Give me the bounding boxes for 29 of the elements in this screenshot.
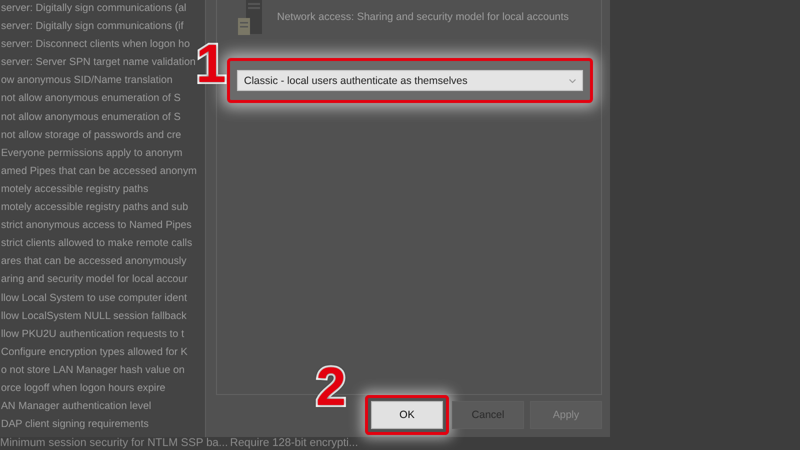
policy-name[interactable]: not allow anonymous enumeration of S bbox=[0, 90, 205, 109]
policy-name[interactable]: llow PKU2U authentication requests to t bbox=[0, 326, 205, 344]
policy-name[interactable]: server: Digitally sign communications (al bbox=[0, 0, 205, 18]
policy-name[interactable]: AN Manager authentication level bbox=[0, 398, 205, 416]
policy-name[interactable]: not allow storage of passwords and cre bbox=[0, 126, 205, 145]
policy-name[interactable]: motely accessible registry paths bbox=[0, 180, 205, 200]
policy-name[interactable]: o not store LAN Manager hash value on bbox=[0, 362, 205, 380]
policy-heading: Network access: Sharing and security model for local accounts bbox=[277, 11, 569, 23]
step-number: 2 bbox=[316, 360, 346, 414]
step-number: 1 bbox=[196, 37, 226, 91]
policy-name[interactable]: strict anonymous access to Named Pipes bbox=[0, 217, 205, 236]
policy-name[interactable]: strict clients allowed to make remote calls bbox=[0, 235, 205, 254]
policy-name[interactable]: Minimum session security for NTLM SSP ba... bbox=[0, 437, 230, 450]
setting-dropdown[interactable]: Classic - local users authenticate as themselves bbox=[237, 70, 583, 91]
chevron-icon bbox=[569, 78, 576, 82]
dialog-button[interactable]: OK bbox=[371, 401, 443, 429]
policy-name[interactable]: DAP client signing requirements bbox=[0, 416, 205, 434]
policy-name[interactable]: llow Local System to use computer ident bbox=[0, 290, 205, 308]
policy-name[interactable]: Everyone permissions apply to anonym bbox=[0, 144, 205, 163]
policy-name[interactable]: not allow anonymous enumeration of S bbox=[0, 108, 205, 127]
policy-name[interactable]: server: Digitally sign communications (if bbox=[0, 18, 205, 36]
policy-name[interactable]: llow LocalSystem NULL session fallback bbox=[0, 308, 205, 326]
policy-name[interactable]: Configure encryption types allowed for K bbox=[0, 344, 205, 362]
security-setting: Require 128-bit encrypti... bbox=[230, 437, 358, 450]
policy-name[interactable]: orce logoff when logon hours expire bbox=[0, 380, 205, 398]
policy-name[interactable]: ares that can be accessed anonymously bbox=[0, 253, 205, 272]
policy-name[interactable]: amed Pipes that can be accessed anonym bbox=[0, 162, 205, 181]
policy-name[interactable]: motely accessible registry paths and sub bbox=[0, 199, 205, 218]
policy-name[interactable]: aring and security model for local accour bbox=[0, 271, 205, 290]
